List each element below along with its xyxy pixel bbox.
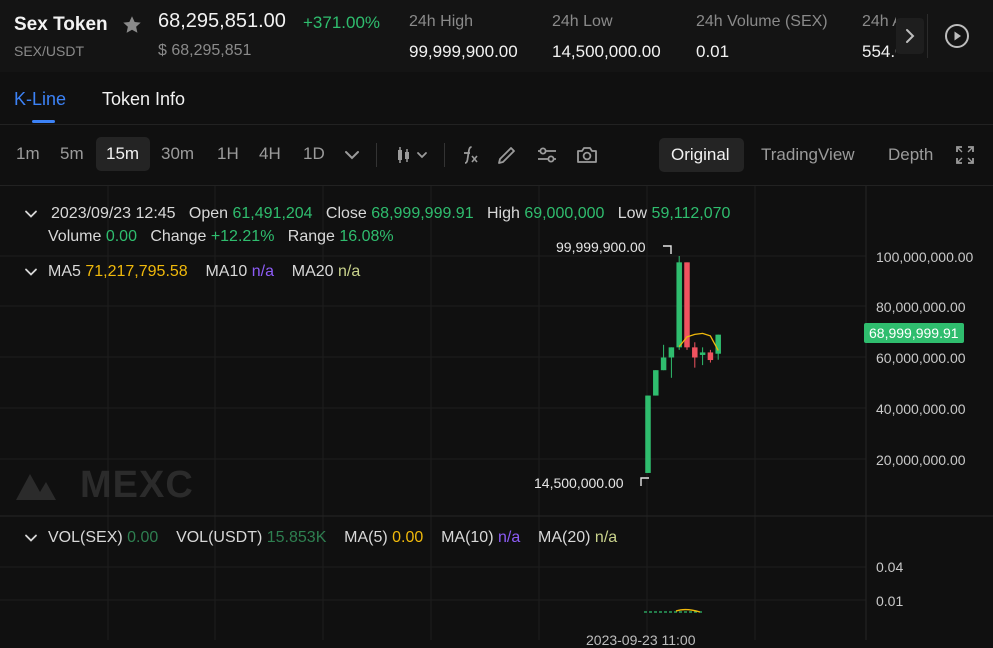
vol-ma20-label: MA(20) — [538, 529, 591, 546]
stats-scroll-right-button[interactable] — [896, 18, 924, 54]
candle-body[interactable] — [668, 347, 675, 358]
candle-body[interactable] — [676, 262, 682, 348]
last-price: 68,295,851.00 — [158, 10, 286, 32]
stat-24h-amount-value: 554.03 — [862, 42, 896, 61]
stat-24h-amount-label: 24h Amount — [862, 13, 896, 30]
timeframe-15m[interactable]: 15m — [106, 144, 139, 164]
more-timeframes-chevron-down-icon[interactable] — [340, 143, 364, 167]
fiat-price: $ 68,295,851 — [158, 42, 252, 59]
stat-24h-amount-clip: 24h Amount 554.03 — [860, 0, 896, 72]
vol-sex-value: 0.00 — [127, 529, 159, 546]
header-divider — [927, 14, 928, 58]
tab-k-line[interactable]: K-Line — [14, 89, 66, 110]
ticker-header: Sex Token SEX/USDT 68,295,851.00 +371.00… — [0, 0, 993, 72]
vol-usdt-label: VOL(USDT) — [176, 529, 263, 546]
stat-24h-low-label: 24h Low — [552, 13, 613, 30]
candle-body[interactable] — [715, 334, 721, 354]
candle-body[interactable] — [645, 395, 651, 473]
vol-tick-0-04: 0.04 — [876, 559, 904, 575]
candle-body[interactable] — [684, 262, 690, 348]
volume-collapse-chevron-down-icon[interactable] — [24, 531, 38, 545]
volume-bars — [644, 608, 702, 613]
view-tradingview[interactable]: TradingView — [761, 145, 855, 165]
screenshot-camera-icon[interactable] — [575, 143, 599, 167]
settings-sliders-icon[interactable] — [535, 143, 559, 167]
view-depth[interactable]: Depth — [888, 145, 933, 165]
vol-sex-label: VOL(SEX) — [48, 529, 123, 546]
candle-body[interactable] — [653, 370, 659, 396]
timeframe-4h[interactable]: 4H — [259, 144, 281, 164]
timeframe-1m[interactable]: 1m — [16, 144, 40, 164]
chevron-right-icon — [906, 29, 915, 43]
low-marker-arrow-icon — [640, 477, 649, 486]
vol-tick-0-01: 0.01 — [876, 593, 904, 609]
toolbar-divider — [444, 143, 445, 167]
low-marker-label: 14,500,000.00 — [534, 475, 624, 491]
timeframe-1d[interactable]: 1D — [303, 144, 325, 164]
last-price-tag: 68,999,999.91 — [864, 323, 964, 343]
trading-pair: SEX/USDT — [14, 43, 85, 59]
stat-24h-volume-label: 24h Volume (SEX) — [696, 13, 828, 30]
stat-24h-low-value: 14,500,000.00 — [552, 42, 661, 61]
view-original[interactable]: Original — [671, 145, 730, 165]
vol-ma5-label: MA(5) — [344, 529, 388, 546]
vol-ma10-label: MA(10) — [441, 529, 494, 546]
token-name: Sex Token — [14, 14, 108, 35]
y-tick-40m: 40,000,000.00 — [876, 401, 966, 417]
y-tick-20m: 20,000,000.00 — [876, 452, 966, 468]
stat-24h-high-label: 24h High — [409, 13, 474, 30]
stat-24h-volume-value: 0.01 — [696, 42, 730, 61]
timeframe-30m[interactable]: 30m — [161, 144, 194, 164]
high-marker-arrow-icon — [663, 245, 672, 254]
draw-pencil-icon[interactable] — [495, 143, 519, 167]
vol-ma10-value: n/a — [497, 529, 521, 546]
kline-chart-area[interactable]: MEXC 2023/09/23 12:45 Open 61,491,204 Cl… — [0, 186, 993, 648]
y-tick-100m: 100,000,000.00 — [876, 249, 974, 265]
high-marker-label: 99,999,900.00 — [556, 239, 646, 255]
play-icon[interactable] — [944, 23, 970, 49]
price-change-percent: +371.00% — [303, 13, 381, 32]
timeframe-1h[interactable]: 1H — [217, 144, 239, 164]
volume-info-row: VOL(SEX) 0.00 VOL(USDT) 15.853K MA(5) 0.… — [48, 529, 617, 547]
candle-body[interactable] — [699, 352, 706, 355]
candlestick-series — [645, 256, 721, 473]
active-tab-indicator — [32, 120, 55, 123]
toolbar-divider — [376, 143, 377, 167]
vol-usdt-value: 15.853K — [266, 529, 327, 546]
timeframe-5m[interactable]: 5m — [60, 144, 84, 164]
vol-ma20-value: n/a — [594, 529, 618, 546]
chart-toolbar: 1m 5m 15m 30m 1H 4H 1D Original TradingV… — [0, 125, 993, 186]
candle-body[interactable] — [707, 352, 714, 361]
x-axis-time-label: 2023-09-23 11:00 — [586, 632, 696, 648]
stat-24h-high-value: 99,999,900.00 — [409, 42, 518, 61]
main-tabs: K-Line Token Info — [0, 72, 993, 125]
vol-ma5-value: 0.00 — [392, 529, 424, 546]
indicators-fx-icon[interactable] — [456, 143, 480, 167]
candle-body[interactable] — [692, 347, 698, 358]
y-tick-60m: 60,000,000.00 — [876, 350, 966, 366]
fullscreen-icon[interactable] — [953, 143, 977, 167]
candlestick-type-icon[interactable] — [394, 143, 432, 167]
candle-body[interactable] — [660, 357, 667, 371]
tab-token-info[interactable]: Token Info — [102, 89, 185, 110]
y-tick-80m: 80,000,000.00 — [876, 299, 966, 315]
favorite-star-icon[interactable] — [121, 14, 143, 36]
